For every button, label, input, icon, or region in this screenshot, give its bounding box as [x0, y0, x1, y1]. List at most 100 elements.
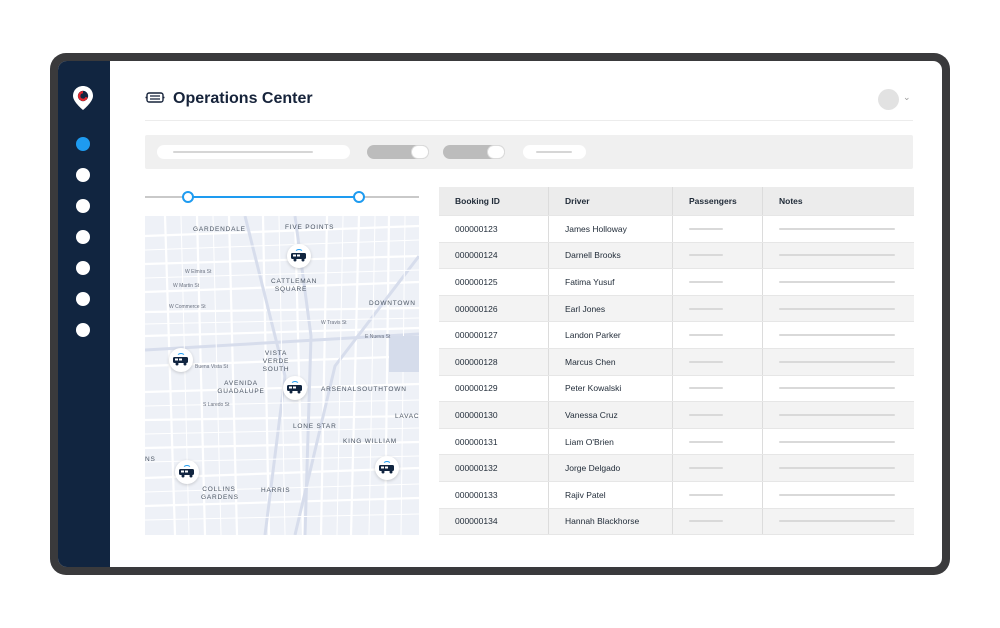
notes-cell [762, 455, 914, 481]
passengers-cell [672, 481, 762, 508]
filter-bar [145, 135, 913, 169]
passengers-cell [672, 455, 762, 481]
street-label: Buena Vista St [195, 364, 228, 370]
passengers-placeholder [689, 520, 723, 523]
street-label: W Travis St [321, 320, 347, 326]
sidebar-item-5[interactable] [76, 261, 90, 275]
passengers-placeholder [689, 413, 723, 416]
sidebar-item-6[interactable] [76, 292, 90, 306]
passengers-placeholder [689, 280, 723, 283]
booking-id-cell: 000000130 [455, 409, 498, 420]
sidebar-item-2[interactable] [76, 168, 90, 182]
notes-cell [762, 375, 914, 402]
notes-cell [762, 216, 914, 242]
vehicle-marker-van-4[interactable] [175, 460, 199, 484]
booking-id-cell: 000000133 [455, 489, 498, 500]
booking-id-cell: 000000127 [455, 330, 498, 341]
vehicle-marker-van-2[interactable] [169, 348, 193, 372]
booking-id-cell: 000000123 [455, 223, 498, 234]
column-header-passengers[interactable]: Passengers [672, 187, 762, 215]
filter-toggle-2[interactable] [443, 145, 505, 159]
chevron-down-icon[interactable]: ⌄ [903, 92, 911, 103]
filter-toggle-1[interactable] [367, 145, 429, 159]
notes-placeholder [779, 334, 895, 337]
passengers-placeholder [689, 307, 723, 310]
passengers-cell [672, 348, 762, 375]
column-header-driver[interactable]: Driver [548, 187, 672, 215]
column-header-booking-id[interactable]: Booking ID [439, 187, 548, 215]
notes-cell [762, 348, 914, 375]
sidebar-item-3[interactable] [76, 199, 90, 213]
passengers-placeholder [689, 440, 723, 443]
pill-placeholder [536, 151, 572, 153]
vehicle-marker-van-5[interactable] [375, 456, 399, 480]
toggle-knob [487, 145, 505, 159]
table-row[interactable]: 000000129 Peter Kowalski [439, 375, 914, 403]
table-header-row: Booking ID Driver Passengers Notes [439, 187, 914, 216]
notes-placeholder [779, 280, 895, 283]
sidebar-item-4[interactable] [76, 230, 90, 244]
map-label-ns: NS [145, 456, 156, 463]
search-placeholder [173, 151, 313, 153]
filter-pill[interactable] [523, 145, 586, 159]
booking-id-cell: 000000132 [455, 463, 498, 474]
slider-end-handle[interactable] [353, 191, 365, 203]
notes-cell [762, 269, 914, 295]
notes-placeholder [779, 227, 895, 230]
notes-cell [762, 481, 914, 508]
street-label: W Commerce St [169, 304, 206, 310]
map-label-avenida-guadalupe: AVENIDA GUADALUPE [217, 380, 265, 395]
passengers-cell [672, 322, 762, 348]
search-input[interactable] [157, 145, 350, 159]
driver-cell: Liam O'Brien [548, 428, 672, 455]
table-row[interactable]: 000000125 Fatima Yusuf [439, 269, 914, 296]
map-label-lone-star: LONE STAR [293, 423, 337, 430]
map-label-arsenal: ARSENAL [321, 386, 357, 393]
table-row[interactable]: 000000132 Jorge Delgado [439, 455, 914, 482]
booking-id-cell: 000000131 [455, 436, 498, 447]
booking-id-cell: 000000134 [455, 516, 498, 527]
map-label-collins-gardens: COLLINS GARDENS [201, 486, 239, 501]
driver-cell: Peter Kowalski [548, 375, 672, 402]
map-view[interactable]: GARDENDALE FIVE POINTS CATTLEMAN SQUARE … [145, 216, 419, 535]
driver-cell: Darnell Brooks [548, 242, 672, 269]
page-header: Operations Center ⌄ [145, 81, 913, 121]
passengers-placeholder [689, 334, 723, 337]
notes-cell [762, 322, 914, 348]
map-label-lavaca: LAVACA [395, 413, 419, 420]
passengers-cell [672, 216, 762, 242]
vehicle-marker-van-3[interactable] [283, 376, 307, 400]
driver-cell: Rajiv Patel [548, 481, 672, 508]
table-row[interactable]: 000000131 Liam O'Brien [439, 428, 914, 456]
column-header-notes[interactable]: Notes [762, 187, 914, 215]
table-row[interactable]: 000000133 Rajiv Patel [439, 481, 914, 509]
slider-range-fill [187, 196, 358, 198]
table-row[interactable]: 000000123 James Holloway [439, 216, 914, 243]
slider-start-handle[interactable] [182, 191, 194, 203]
table-row[interactable]: 000000134 Hannah Blackhorse [439, 508, 914, 536]
map-label-vista-verde-south: VISTA VERDE SOUTH [262, 350, 290, 373]
passengers-cell [672, 375, 762, 402]
time-range-slider[interactable] [145, 189, 419, 205]
location-pin-logo-icon[interactable] [72, 85, 94, 111]
table-row[interactable]: 000000127 Landon Parker [439, 322, 914, 349]
notes-placeholder [779, 467, 895, 470]
sidebar-item-1[interactable] [76, 137, 90, 151]
vehicle-marker-van-1[interactable] [287, 244, 311, 268]
table-row[interactable]: 000000128 Marcus Chen [439, 348, 914, 376]
map-label-five-points: FIVE POINTS [285, 224, 335, 231]
table-row[interactable]: 000000130 Vanessa Cruz [439, 402, 914, 429]
notes-placeholder [779, 413, 895, 416]
street-label: W Elmira St [185, 269, 212, 275]
notes-placeholder [779, 493, 895, 496]
van-icon [291, 249, 306, 262]
passengers-placeholder [689, 360, 723, 363]
device-frame: Operations Center ⌄ GARDENDALE FIVE POIN… [50, 53, 950, 575]
notes-placeholder [779, 387, 895, 390]
driver-cell: Marcus Chen [548, 348, 672, 375]
sidebar-item-7[interactable] [76, 323, 90, 337]
user-avatar[interactable] [878, 89, 899, 110]
table-row[interactable]: 000000126 Earl Jones [439, 295, 914, 323]
table-row[interactable]: 000000124 Darnell Brooks [439, 242, 914, 270]
notes-cell [762, 508, 914, 535]
